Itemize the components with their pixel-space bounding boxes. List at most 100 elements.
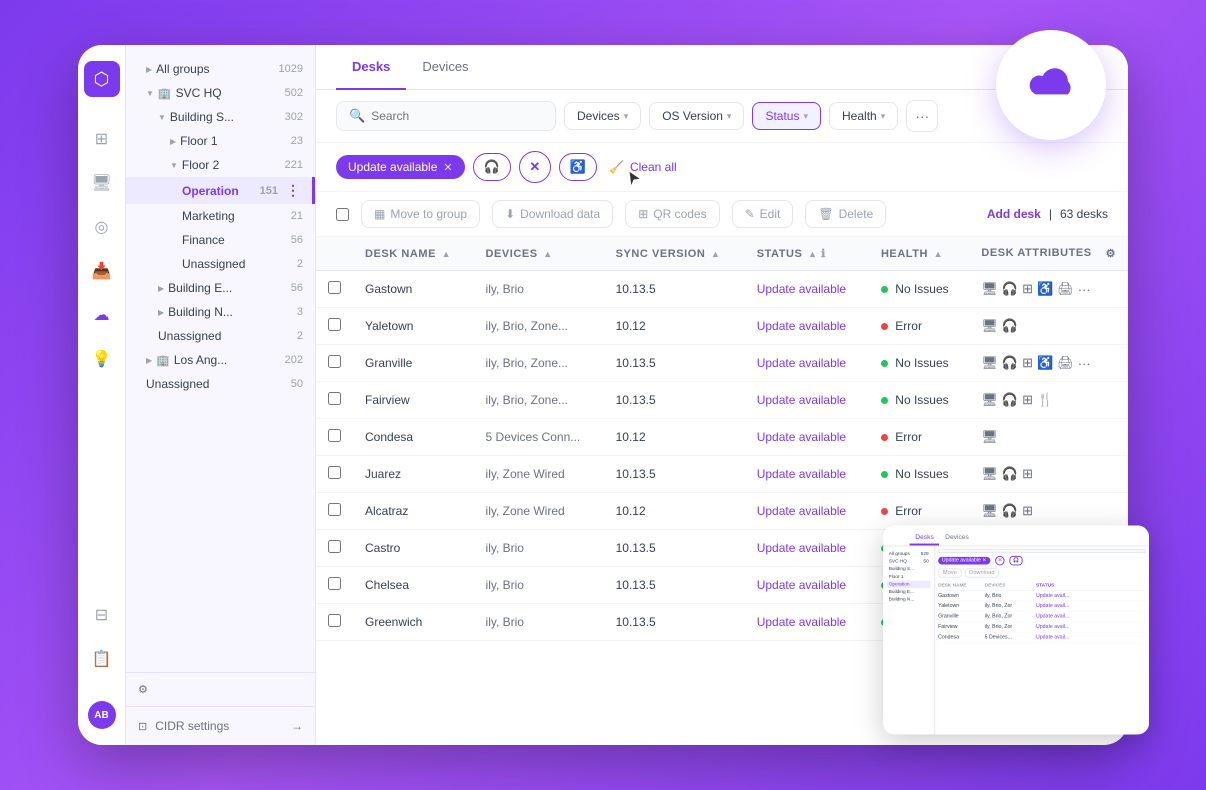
nav-item-building-e[interactable]: ▶ Building E... 56	[126, 276, 315, 300]
nav-item-operation[interactable]: Operation 151 ⋮	[126, 177, 315, 204]
arrow-icon: ▼	[170, 161, 178, 170]
more-filters-button[interactable]: ···	[906, 100, 938, 132]
sidebar-icon-inbox[interactable]: 📥	[84, 253, 120, 289]
mini-dl-btn: Download	[964, 568, 999, 578]
tab-devices[interactable]: Devices	[406, 45, 484, 90]
sync-version-cell: 10.13.5	[604, 530, 745, 567]
more-icon[interactable]: ···	[1078, 282, 1091, 297]
close-filter-button[interactable]: ✕	[519, 151, 551, 183]
more-icon[interactable]: ···	[1078, 356, 1091, 371]
nav-item-building-s[interactable]: ▼ Building S... 302	[126, 105, 315, 129]
nav-item-svc-hq[interactable]: ▼ 🏢 SVC HQ 502	[126, 81, 315, 105]
grid-icon: ⊞	[1022, 281, 1033, 297]
monitor-icon: 🖥	[981, 355, 998, 371]
mini-desk-name: Condesa	[938, 635, 981, 641]
col-health[interactable]: HEALTH ▲	[869, 237, 969, 271]
sync-version-cell: 10.12	[604, 493, 745, 530]
col-desk-name[interactable]: DESK NAME ▲	[353, 237, 474, 271]
filter-label: Status	[765, 109, 799, 123]
nav-item-marketing[interactable]: Marketing 21	[126, 204, 315, 228]
close-icon[interactable]: ✕	[443, 161, 452, 174]
health-dot-icon	[881, 397, 888, 404]
mini-preview-card: Desks Devices All groups 529 SVC HQ 50 B…	[883, 526, 1149, 735]
mini-tab-desks[interactable]: Desks	[910, 531, 940, 545]
status-value: Update available	[757, 541, 846, 555]
row-checkbox[interactable]	[328, 577, 341, 590]
col-sync-version[interactable]: SYNC VERSION ▲	[604, 237, 745, 271]
nav-item-unassigned-svc[interactable]: Unassigned 2	[126, 324, 315, 348]
row-checkbox[interactable]	[328, 614, 341, 627]
nav-item-building-n[interactable]: ▶ Building N... 3	[126, 300, 315, 324]
sidebar-icon-logo[interactable]: ⬡	[84, 61, 120, 97]
filter-btn-devices[interactable]: Devices ▾	[564, 102, 641, 130]
row-checkbox[interactable]	[328, 540, 341, 553]
filter-tag-accessibility[interactable]: ♿	[559, 153, 597, 181]
nav-item-floor1[interactable]: ▶ Floor 1 23	[126, 129, 315, 153]
sidebar-icon-camera[interactable]: ◎	[84, 209, 120, 245]
nav-item-floor2[interactable]: ▼ Floor 2 221	[126, 153, 315, 177]
cidr-settings-item[interactable]: ⊡ CIDR settings →	[126, 706, 315, 745]
filter-btn-os-version[interactable]: OS Version ▾	[649, 102, 744, 130]
nav-item-unassigned-floor2[interactable]: Unassigned 2	[126, 252, 315, 276]
move-to-group-button[interactable]: ▦ Move to group	[361, 200, 480, 228]
col-devices[interactable]: DEVICES ▲	[474, 237, 604, 271]
sidebar-icon-cloud[interactable]: ☁	[84, 297, 120, 333]
sidebar-icon-monitor[interactable]: 🖥	[84, 165, 120, 201]
row-checkbox[interactable]	[328, 392, 341, 405]
arrow-icon: ▶	[146, 356, 152, 365]
headphones-icon: 🎧	[1002, 503, 1018, 519]
delete-button[interactable]: 🗑 Delete	[805, 200, 886, 228]
nav-item-finance[interactable]: Finance 56	[126, 228, 315, 252]
filter-tag-update-available[interactable]: Update available ✕	[336, 155, 465, 179]
more-dots-icon[interactable]: ⋮	[286, 182, 300, 199]
mini-icon-btn: ✕	[995, 556, 1005, 566]
row-checkbox[interactable]	[328, 429, 341, 442]
mini-content: Update available ✕ ✕ 🎧 Move Download DES…	[935, 546, 1149, 734]
filter-btn-status[interactable]: Status ▾	[752, 102, 821, 130]
row-checkbox[interactable]	[328, 503, 341, 516]
settings-item[interactable]: ⚙	[126, 672, 315, 706]
nav-count: 202	[285, 354, 303, 366]
nav-item-all-groups[interactable]: ▶ All groups 1029	[126, 57, 315, 81]
sidebar-icon-table[interactable]: 📋	[84, 641, 120, 677]
accessibility-icon: ♿	[570, 159, 586, 175]
search-input[interactable]	[371, 109, 543, 123]
sidebar-icon-layers[interactable]: ⊞	[84, 121, 120, 157]
qr-codes-button[interactable]: ⊞ QR codes	[625, 200, 719, 228]
sidebar-icon-grid[interactable]: ⊟	[84, 597, 120, 633]
settings-icon[interactable]: ⚙	[1106, 247, 1116, 260]
mini-devices: ily, Brio	[985, 593, 1033, 599]
row-checkbox[interactable]	[328, 318, 341, 331]
filter-btn-health[interactable]: Health ▾	[829, 102, 898, 130]
download-data-button[interactable]: ⬇ Download data	[492, 200, 613, 228]
nav-item-unassigned-root[interactable]: Unassigned 50	[126, 372, 315, 396]
search-box[interactable]: 🔍	[336, 101, 556, 131]
sidebar-icon-bulb[interactable]: 💡	[84, 341, 120, 377]
edit-button[interactable]: ✎ Edit	[732, 200, 794, 228]
devices-cell: ily, Brio, Zone...	[474, 382, 604, 419]
col-status[interactable]: STATUS ▲ ℹ	[745, 237, 869, 271]
status-value: Update available	[757, 356, 846, 370]
mini-tab-devices[interactable]: Devices	[939, 531, 974, 545]
health-cell: Error	[869, 419, 969, 456]
status-cell: Update available	[745, 345, 869, 382]
add-desk-button[interactable]: Add desk	[987, 207, 1041, 221]
nav-item-los-ang[interactable]: ▶ 🏢 Los Ang... 202	[126, 348, 315, 372]
row-checkbox-cell	[316, 604, 353, 641]
row-checkbox[interactable]	[328, 281, 341, 294]
col-desk-attributes[interactable]: DESK ATTRIBUTES ⚙	[969, 237, 1128, 271]
desk-icons: 🖥 🎧 ⊞♿🖨···	[981, 355, 1116, 371]
mini-col-name: DESK NAME	[938, 583, 981, 589]
select-all-checkbox[interactable]	[336, 208, 349, 221]
row-checkbox[interactable]	[328, 355, 341, 368]
status-cell: Update available	[745, 382, 869, 419]
table-row: Fairview ily, Brio, Zone... 10.13.5 Upda…	[316, 382, 1128, 419]
avatar[interactable]: AB	[88, 701, 116, 729]
filter-tag-headphones[interactable]: 🎧	[473, 153, 511, 181]
mini-row-condesa: Condesa 5 Devices... Update avail...	[938, 633, 1146, 643]
filter-label: OS Version	[662, 109, 723, 123]
health-value: No Issues	[895, 393, 948, 407]
tab-desks[interactable]: Desks	[336, 45, 406, 90]
mini-devices: ily, Brio, Zor	[985, 614, 1033, 620]
row-checkbox[interactable]	[328, 466, 341, 479]
